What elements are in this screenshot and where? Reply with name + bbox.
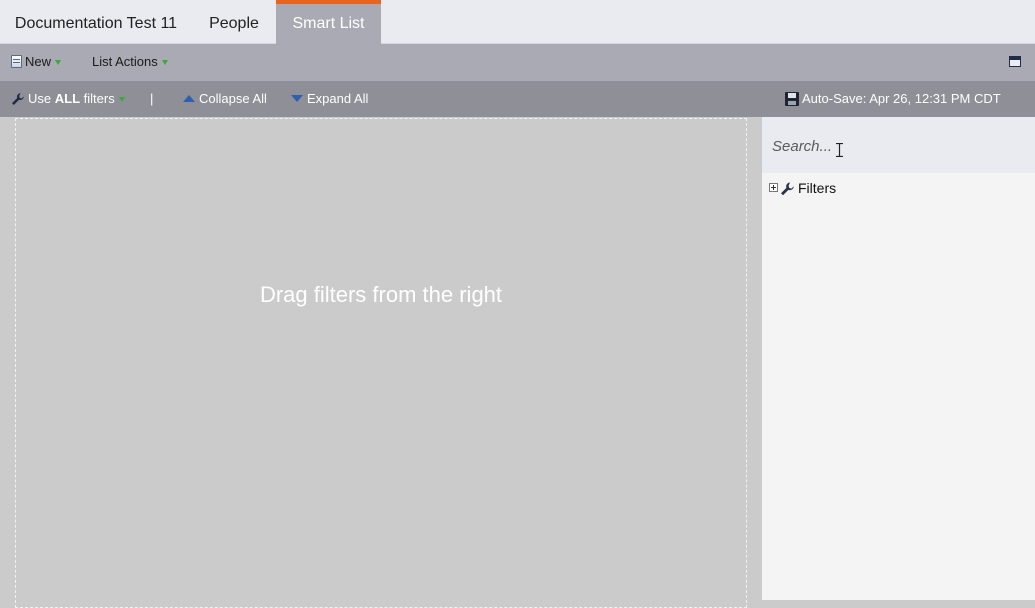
new-button-label: New [25,54,52,69]
autosave-label: Auto-Save: Apr 26, 12:31 PM CDT [802,91,1001,106]
collapse-all-button[interactable]: Collapse All [183,81,267,117]
filter-icon [781,182,794,196]
search-input[interactable] [770,131,1024,161]
wrench-icon [12,93,24,105]
search-box [762,117,1035,173]
expand-all-button[interactable]: Expand All [291,81,368,117]
chevron-down-icon [55,60,62,66]
chevron-down-icon [161,60,168,66]
expander-icon[interactable] [769,183,778,192]
use-all-label: ALL [54,91,81,106]
list-actions-button[interactable]: List Actions [92,44,168,81]
filter-canvas[interactable]: Drag filters from the right [0,117,762,608]
list-actions-label: List Actions [92,54,158,69]
filters-label: filters [83,91,115,106]
tab-people[interactable]: People [192,0,276,44]
toolbar-separator: | [150,91,154,106]
tree-item-filters[interactable]: Filters [769,180,836,196]
tab-documentation-test[interactable]: Documentation Test 11 [0,0,192,44]
drop-hint: Drag filters from the right [259,282,503,307]
chevron-down-icon [118,97,125,103]
filter-drop-zone[interactable] [15,118,747,608]
filter-toolbar: Use ALL filters | Collapse All Expand Al… [0,81,1035,117]
autosave-status: Auto-Save: Apr 26, 12:31 PM CDT [785,81,1001,117]
document-icon [11,55,22,68]
expand-all-label: Expand All [307,91,369,106]
use-label: Use [28,91,52,106]
text-cursor-icon [836,143,843,157]
filter-library-panel: Filters [762,117,1035,600]
window-icon[interactable] [1009,56,1021,67]
collapse-all-label: Collapse All [199,91,267,106]
tab-bar: Documentation Test 11 People Smart List [0,0,1035,44]
tree-item-label: Filters [798,180,837,196]
collapse-icon [183,95,195,102]
new-button[interactable]: New [11,44,62,81]
tab-smart-list[interactable]: Smart List [276,0,381,44]
expand-icon [291,95,303,102]
use-all-filters-dropdown[interactable]: Use ALL filters [11,81,125,117]
save-icon [785,92,799,106]
main-toolbar: New List Actions [0,44,1035,81]
